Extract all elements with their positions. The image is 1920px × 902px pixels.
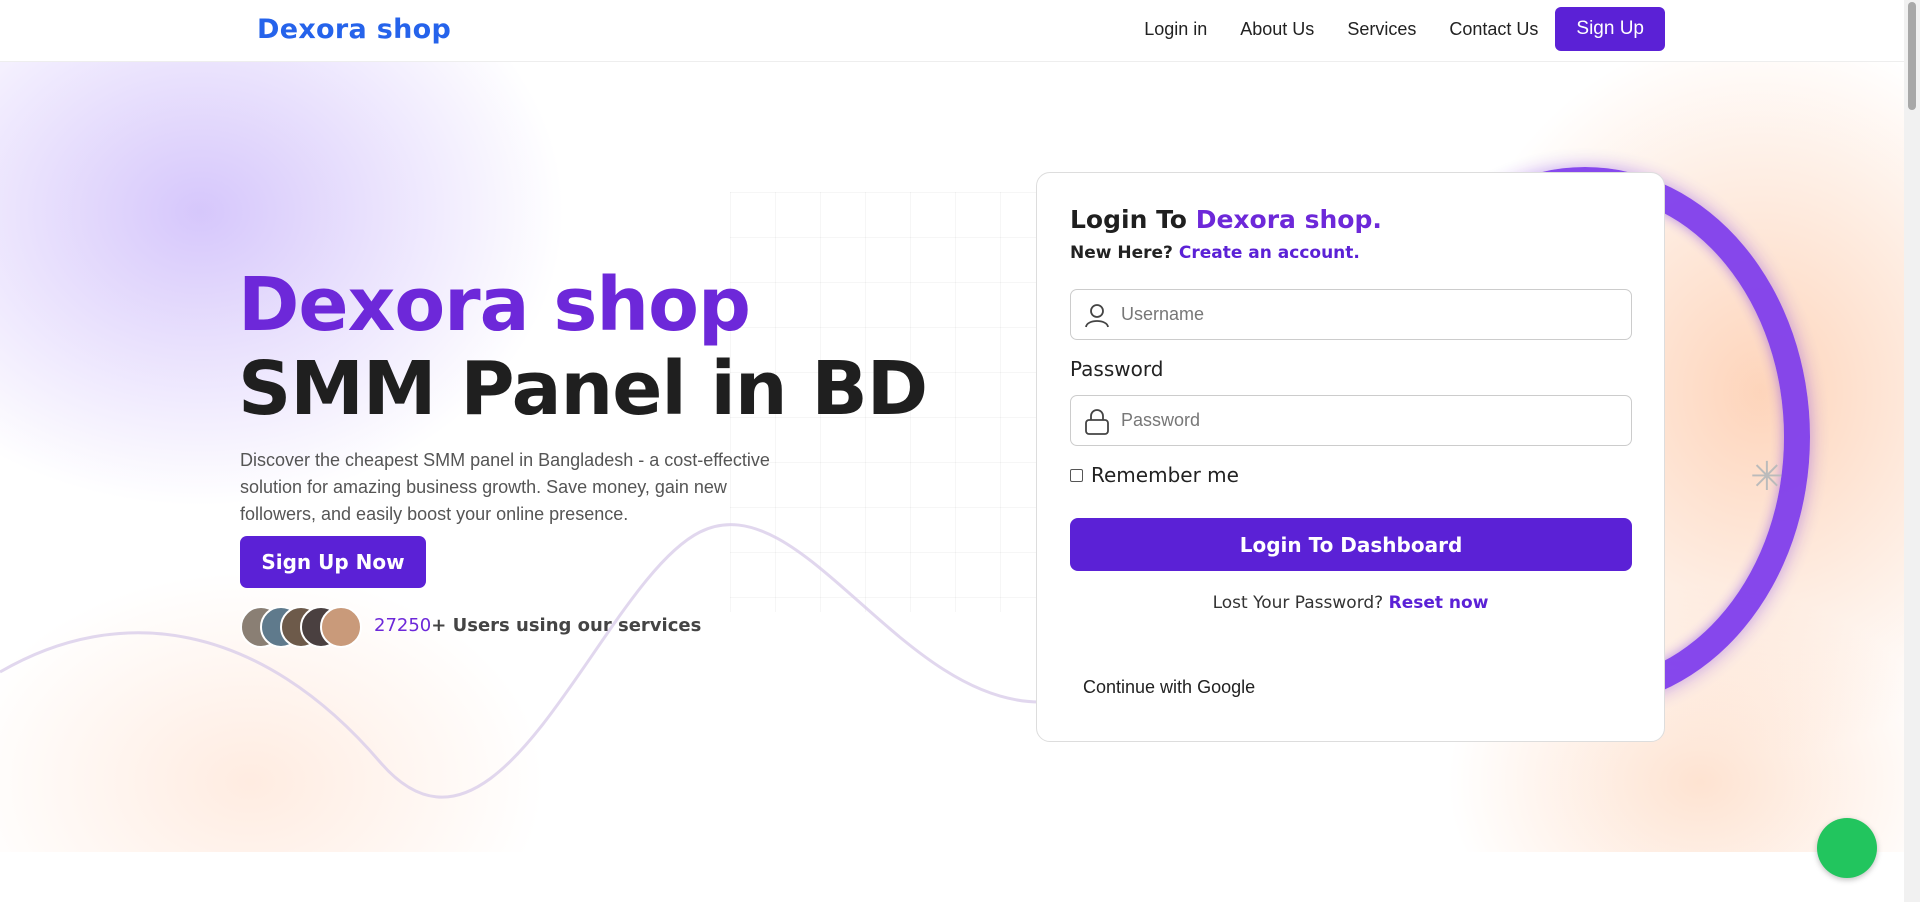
chat-fab-icon[interactable] bbox=[1817, 818, 1877, 878]
avatar bbox=[320, 606, 362, 648]
hero-title: SMM Panel in BD bbox=[238, 346, 928, 432]
scrollbar-thumb[interactable] bbox=[1908, 2, 1916, 110]
password-label: Password bbox=[1070, 357, 1164, 381]
new-here-label: New Here? bbox=[1070, 243, 1179, 263]
nav-login[interactable]: Login in bbox=[1144, 19, 1207, 40]
new-here-text: New Here? Create an account. bbox=[1070, 243, 1360, 263]
login-card: Login To Dexora shop. New Here? Create a… bbox=[1036, 172, 1665, 742]
lost-password-label: Lost Your Password? bbox=[1212, 593, 1389, 613]
remember-checkbox[interactable] bbox=[1070, 468, 1083, 482]
reset-password-link[interactable]: Reset now bbox=[1389, 593, 1489, 613]
create-account-link[interactable]: Create an account. bbox=[1179, 243, 1360, 263]
signup-now-button[interactable]: Sign Up Now bbox=[240, 536, 426, 588]
login-title-prefix: Login To bbox=[1070, 205, 1196, 234]
login-title: Login To Dexora shop. bbox=[1070, 205, 1382, 234]
user-avatars bbox=[240, 606, 362, 648]
lock-icon bbox=[1084, 408, 1110, 441]
nav-services[interactable]: Services bbox=[1347, 19, 1416, 40]
users-count: 27250 bbox=[374, 615, 432, 636]
login-title-brand: Dexora shop. bbox=[1195, 205, 1382, 234]
google-login-button[interactable]: Continue with Google bbox=[1083, 677, 1255, 698]
hero-description: Discover the cheapest SMM panel in Bangl… bbox=[240, 450, 770, 524]
sparkle-icon: ✳ bbox=[1750, 454, 1784, 500]
users-label: + Users using our services bbox=[431, 615, 702, 636]
nav-menu: Login in About Us Services Contact Us Si… bbox=[1111, 7, 1665, 51]
top-navbar: Dexora shop Login in About Us Services C… bbox=[0, 0, 1904, 62]
username-placeholder: Username bbox=[1121, 304, 1205, 324]
remember-label: Remember me bbox=[1091, 463, 1239, 487]
signup-button[interactable]: Sign Up bbox=[1555, 7, 1665, 51]
users-count-text: 27250+ Users using our services bbox=[374, 615, 701, 636]
hero-section: ✳ ✳ Dexora shop SMM Panel in BD Discover… bbox=[0, 62, 1904, 852]
login-button[interactable]: Login To Dashboard bbox=[1070, 518, 1632, 571]
user-icon bbox=[1084, 302, 1110, 333]
nav-contact[interactable]: Contact Us bbox=[1449, 19, 1538, 40]
brand-logo[interactable]: Dexora shop bbox=[257, 14, 451, 45]
lost-password-text: Lost Your Password? Reset now bbox=[1037, 593, 1664, 613]
password-input[interactable]: Password bbox=[1070, 395, 1632, 446]
hero-title-brand: Dexora shop bbox=[238, 262, 751, 348]
username-input[interactable]: Username bbox=[1070, 289, 1632, 340]
password-placeholder: Password bbox=[1121, 410, 1201, 430]
scrollbar-track[interactable] bbox=[1904, 0, 1920, 902]
nav-about[interactable]: About Us bbox=[1240, 19, 1314, 40]
remember-me[interactable]: Remember me bbox=[1070, 463, 1239, 487]
